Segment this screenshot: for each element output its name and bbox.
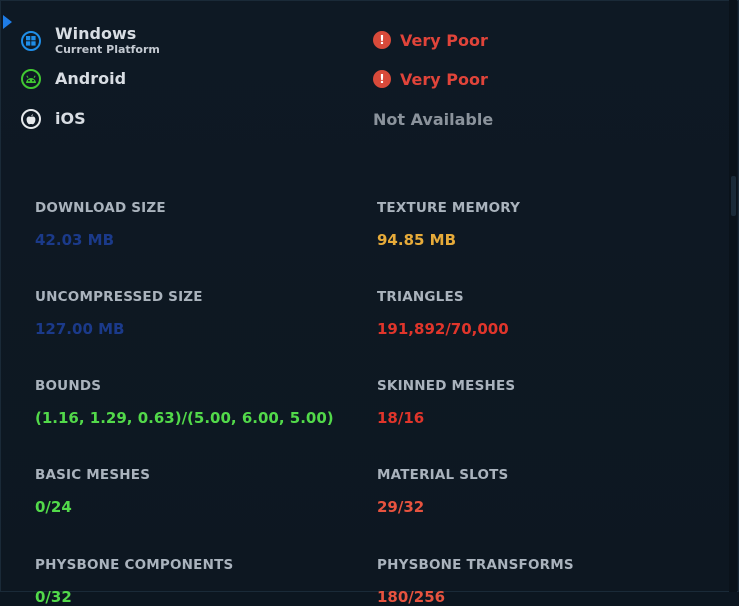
alert-icon: !	[373, 70, 391, 88]
platform-name: Android	[55, 69, 127, 88]
stat-value: 0/24	[35, 498, 72, 516]
stat-download-size: DOWNLOAD SIZE 42.03 MB	[35, 200, 166, 249]
platform-row-android: Android	[21, 63, 126, 95]
stat-physbone-components: PHYSBONE COMPONENTS 0/32	[35, 557, 233, 606]
stat-triangles: TRIANGLES 191,892/70,000	[377, 289, 509, 338]
stat-label: BASIC MESHES	[35, 467, 151, 483]
scrollbar-thumb[interactable]	[731, 176, 736, 216]
stat-label: UNCOMPRESSED SIZE	[35, 289, 203, 305]
stat-value: 191,892/70,000	[377, 320, 509, 338]
rating-text: Not Available	[373, 109, 494, 129]
platform-row-ios: iOS	[21, 103, 86, 135]
stat-label: PHYSBONE COMPONENTS	[35, 557, 234, 573]
stat-label: DOWNLOAD SIZE	[35, 200, 166, 216]
android-rating: ! Very Poor	[373, 68, 488, 90]
stat-value: 29/32	[377, 498, 425, 516]
platform-row-windows: Windows Current Platform	[21, 25, 160, 57]
stat-value: 94.85 MB	[377, 231, 457, 249]
stat-physbone-transforms: PHYSBONE TRANSFORMS 180/256	[377, 557, 574, 606]
corner-flag-icon	[3, 15, 12, 29]
stat-value: 180/256	[377, 588, 446, 606]
stat-label: BOUNDS	[35, 378, 102, 394]
stat-skinned-meshes: SKINNED MESHES 18/16	[377, 378, 515, 427]
stat-uncompressed-size: UNCOMPRESSED SIZE 127.00 MB	[35, 289, 203, 338]
performance-panel: Windows Current Platform ! Very Poor And…	[0, 0, 739, 606]
scrollbar[interactable]	[729, 0, 737, 592]
rating-text: Very Poor	[400, 30, 488, 50]
windows-icon	[21, 31, 41, 51]
stat-label: TEXTURE MEMORY	[377, 200, 521, 216]
platform-name: Windows	[55, 24, 137, 43]
stat-value: 42.03 MB	[35, 231, 115, 249]
stat-value: 18/16	[377, 409, 425, 427]
stat-bounds: BOUNDS (1.16, 1.29, 0.63)/(5.00, 6.00, 5…	[35, 378, 334, 427]
stat-label: PHYSBONE TRANSFORMS	[377, 557, 574, 573]
alert-icon: !	[373, 31, 391, 49]
stat-value: 127.00 MB	[35, 320, 125, 338]
android-icon	[21, 69, 41, 89]
stat-value: 0/32	[35, 588, 72, 606]
stat-material-slots: MATERIAL SLOTS 29/32	[377, 467, 509, 516]
ios-rating: Not Available	[373, 108, 493, 130]
stat-label: TRIANGLES	[377, 289, 464, 305]
platform-subtitle: Current Platform	[55, 43, 160, 56]
stat-basic-meshes: BASIC MESHES 0/24	[35, 467, 150, 516]
stat-value: (1.16, 1.29, 0.63)/(5.00, 6.00, 5.00)	[35, 409, 334, 427]
apple-icon	[21, 109, 41, 129]
stat-label: SKINNED MESHES	[377, 378, 516, 394]
stat-texture-memory: TEXTURE MEMORY 94.85 MB	[377, 200, 520, 249]
windows-rating: ! Very Poor	[373, 29, 488, 51]
stat-label: MATERIAL SLOTS	[377, 467, 509, 483]
platform-name: iOS	[55, 109, 86, 128]
rating-text: Very Poor	[400, 69, 488, 89]
